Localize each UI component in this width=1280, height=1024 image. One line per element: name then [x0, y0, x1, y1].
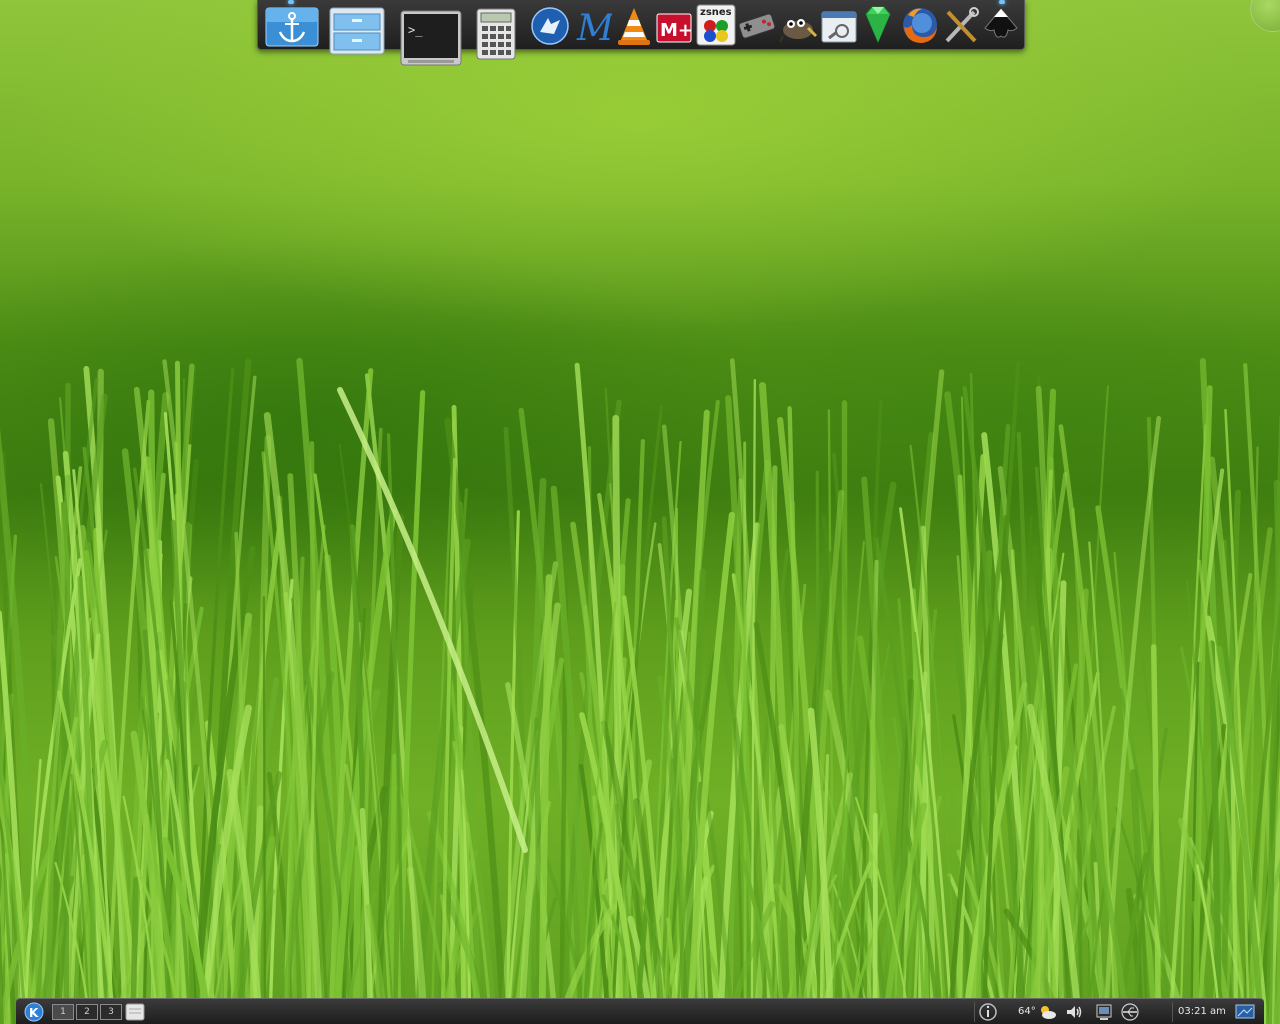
vlc-icon[interactable] — [616, 6, 652, 46]
panel-clock[interactable]: 03:21 am — [1178, 1006, 1226, 1017]
terminal-prompt: >_ — [408, 23, 423, 37]
zsnes-label: zsnes — [700, 7, 732, 18]
web-browser-wolf-icon[interactable] — [530, 6, 570, 46]
m-app-icon[interactable]: M — [574, 6, 612, 46]
svg-text:K: K — [29, 1006, 39, 1020]
firefox-icon[interactable] — [900, 5, 940, 45]
pager-desktop-3[interactable]: 3 — [100, 1004, 122, 1020]
desktop[interactable]: >_ M M+ zsnes K 1 2 3 64° 03:21 am — [0, 0, 1280, 1024]
anchor-icon[interactable] — [264, 2, 320, 48]
grass-wallpaper — [0, 357, 1280, 1024]
tools-icon[interactable] — [942, 6, 980, 46]
usb-icon[interactable] — [1120, 1002, 1140, 1022]
system-settings-icon[interactable] — [820, 6, 858, 46]
taskbar-panel: K 1 2 3 64° 03:21 am — [16, 998, 1264, 1024]
weather-icon[interactable] — [1037, 1002, 1057, 1022]
show-desktop-tray-icon[interactable] — [1234, 1002, 1256, 1022]
launcher-dock: >_ M M+ zsnes — [257, 0, 1025, 66]
kde-menu-icon[interactable]: K — [24, 1002, 44, 1022]
panel-separator — [1172, 1002, 1173, 1022]
running-indicator — [999, 0, 1005, 4]
volume-icon[interactable] — [1064, 1002, 1084, 1022]
emerald-icon[interactable] — [860, 4, 896, 46]
m-app-label: M — [576, 8, 612, 46]
zsnes-icon[interactable]: zsnes — [696, 4, 736, 46]
file-manager-icon[interactable] — [328, 6, 386, 56]
notes-icon[interactable] — [124, 1002, 146, 1022]
gimp-icon[interactable] — [778, 6, 818, 46]
weather-temperature: 64° — [1018, 1006, 1036, 1017]
network-icon[interactable] — [1094, 1002, 1114, 1022]
info-icon[interactable] — [978, 1002, 998, 1022]
desktop-pager: 1 2 3 — [52, 1004, 124, 1020]
panel-separator — [974, 1002, 975, 1022]
calculator-icon[interactable] — [476, 8, 516, 60]
terminal-icon[interactable]: >_ — [400, 10, 462, 66]
mame-label: M+ — [660, 20, 692, 41]
inkscape-icon[interactable] — [982, 6, 1020, 46]
pager-desktop-2[interactable]: 2 — [76, 1004, 98, 1020]
mame-icon[interactable]: M+ — [656, 6, 692, 46]
pager-desktop-1[interactable]: 1 — [52, 1004, 74, 1020]
gamepad-emulator-icon[interactable] — [738, 6, 776, 46]
